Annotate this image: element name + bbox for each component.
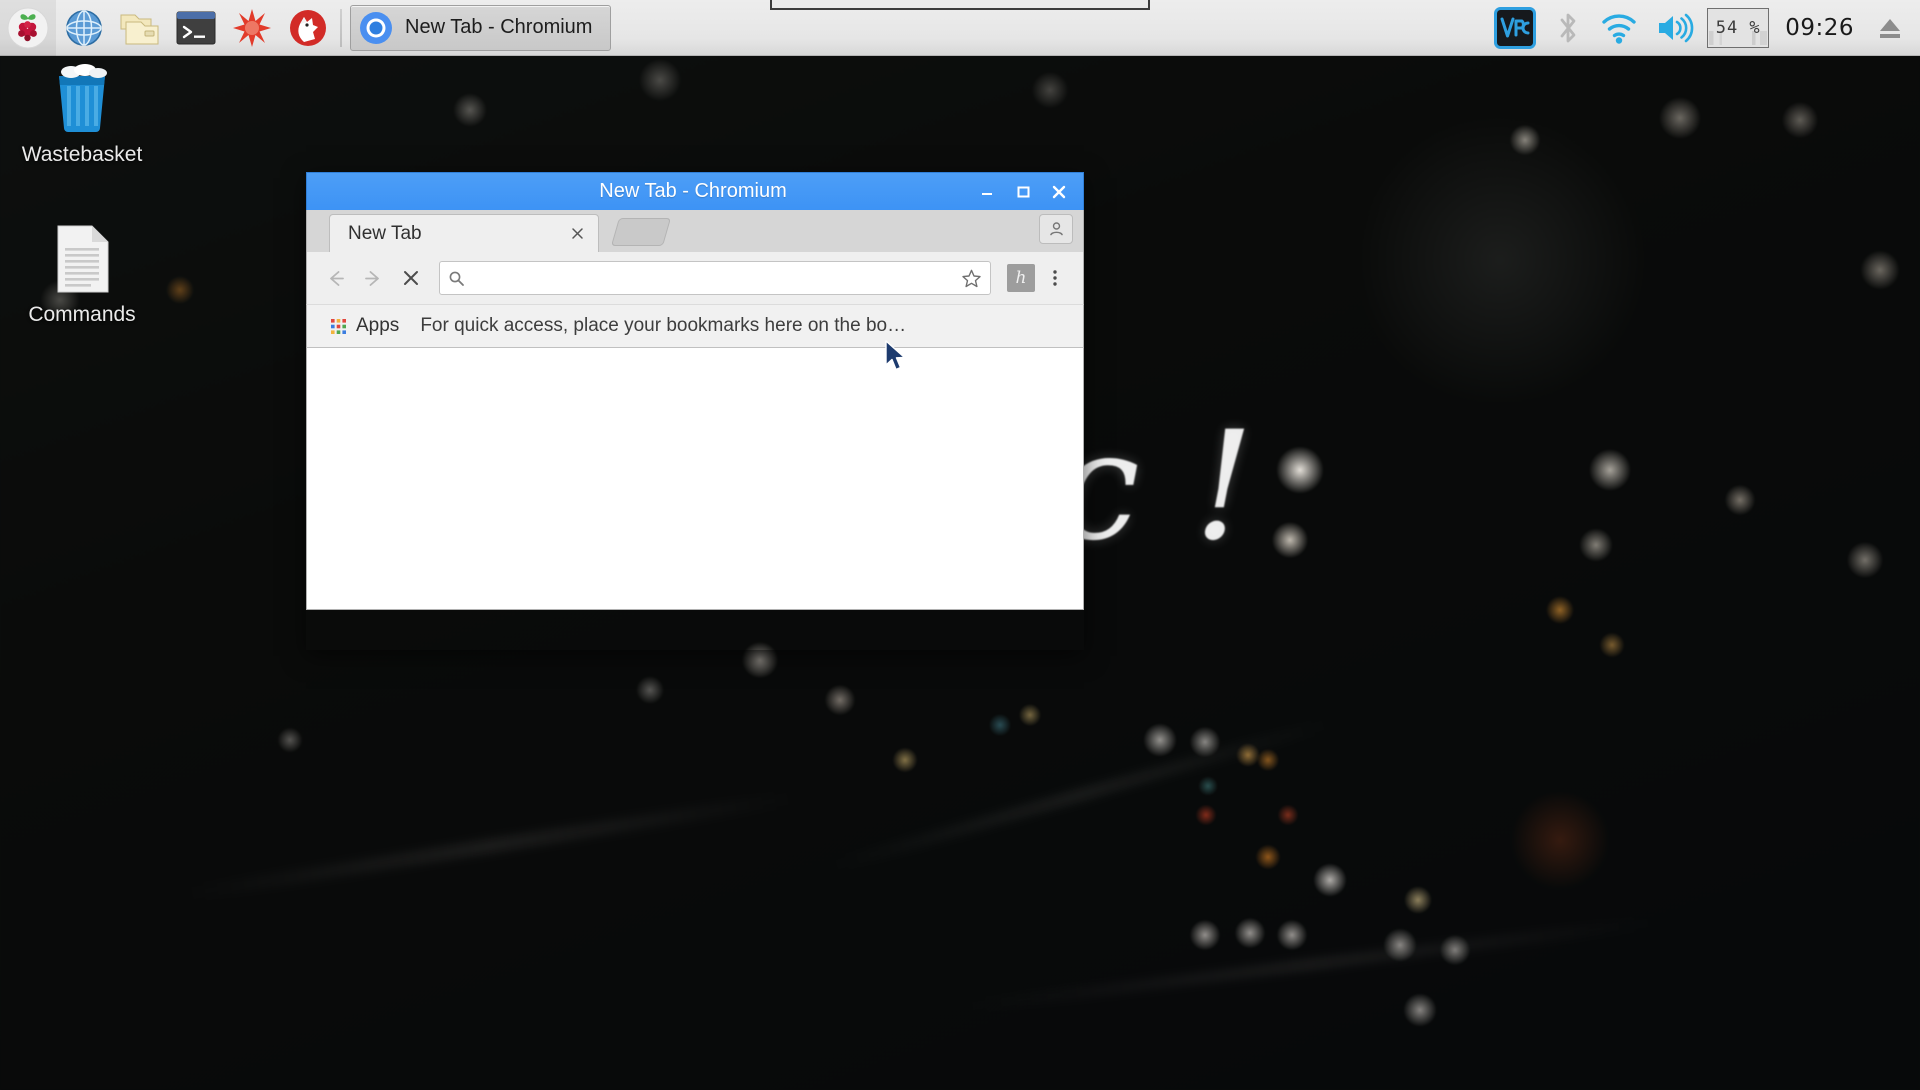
folder-icon (120, 14, 159, 44)
close-x-icon (404, 271, 418, 285)
window-minimize-button[interactable] (969, 173, 1005, 211)
browser-tab[interactable]: New Tab (329, 214, 599, 252)
wifi-icon (1602, 13, 1636, 44)
launcher-file-manager[interactable] (112, 0, 168, 56)
launcher-raspberry-menu[interactable] (0, 0, 56, 56)
trash-can-icon (49, 62, 115, 134)
tray-wifi-button[interactable] (1591, 0, 1647, 56)
desktop[interactable]: ic ! Wastebasket Commands New Tab - Chro… (0, 0, 1920, 1090)
desktop-icon-wastebasket[interactable]: Wastebasket (16, 62, 148, 167)
window-titlebar[interactable]: New Tab - Chromium (306, 172, 1084, 210)
terminal-icon (176, 11, 216, 44)
page-content[interactable] (306, 348, 1084, 610)
taskbar-clock[interactable]: 09:26 (1773, 15, 1866, 41)
tray-eject-button[interactable] (1866, 0, 1914, 56)
tab-close-icon[interactable] (566, 223, 588, 245)
profile-button[interactable] (1039, 214, 1073, 244)
new-tab-button[interactable] (610, 218, 672, 246)
launcher-wolfram[interactable] (280, 0, 336, 56)
apps-shortcut[interactable]: Apps (323, 311, 406, 341)
arrow-right-icon (364, 270, 379, 286)
apps-grid-icon (330, 318, 347, 335)
launcher-mathematica[interactable] (224, 0, 280, 56)
back-button[interactable] (317, 260, 353, 296)
taskbar-window-button[interactable]: New Tab - Chromium (350, 4, 612, 51)
wolfram-dog-icon (290, 9, 326, 46)
extension-label: h (1015, 268, 1027, 288)
desktop-icon-label: Wastebasket (21, 143, 143, 166)
tray-bluetooth-button[interactable] (1545, 0, 1591, 56)
globe-icon (66, 9, 102, 46)
browser-tab-label: New Tab (348, 222, 422, 244)
chromium-icon (359, 11, 393, 45)
bluetooth-icon (1560, 13, 1576, 42)
desktop-icon-label: Commands (28, 303, 136, 326)
bookmarks-hint-text: For quick access, place your bookmarks h… (420, 315, 907, 336)
three-dot-menu-icon (1053, 270, 1057, 286)
raspberry-pi-icon (7, 7, 49, 48)
taskbar-empty-slot[interactable] (770, 0, 1150, 10)
chrome-menu-button[interactable] (1037, 260, 1073, 296)
desktop-icon-commands[interactable]: Commands (16, 222, 148, 327)
system-tray[interactable]: 54 % 09:26 (1485, 0, 1920, 56)
vnc-icon (1494, 6, 1537, 49)
arrow-left-icon (329, 270, 344, 286)
mathematica-star-icon (233, 8, 271, 47)
cpu-usage-meter[interactable]: 54 % (1707, 7, 1770, 48)
stop-loading-button[interactable] (393, 260, 429, 296)
extension-button[interactable]: h (1007, 264, 1035, 292)
document-icon (54, 222, 110, 294)
panel-separator (340, 8, 342, 47)
browser-tabstrip[interactable]: New Tab (306, 210, 1084, 252)
speaker-icon (1659, 13, 1694, 42)
address-bar[interactable] (439, 261, 991, 295)
taskbar-window-label: New Tab - Chromium (405, 16, 593, 38)
apps-label: Apps (356, 315, 400, 336)
window-close-button[interactable] (1041, 173, 1077, 211)
tray-volume-button[interactable] (1647, 0, 1703, 56)
eject-icon (1880, 18, 1900, 38)
taskbar-panel[interactable]: New Tab - Chromium 54 % 09:26 (0, 0, 1920, 56)
window-title: New Tab - Chromium (599, 180, 787, 202)
tray-vnc-button[interactable] (1485, 0, 1545, 56)
chromium-window[interactable]: New Tab - Chromium New Tab h Apps For qu… (306, 172, 1084, 650)
person-icon (1049, 221, 1063, 235)
launcher-web-browser[interactable] (56, 0, 112, 56)
search-icon (449, 271, 464, 286)
cpu-usage-label: 54 % (1715, 17, 1761, 38)
window-maximize-button[interactable] (1005, 173, 1041, 211)
bookmark-star-icon[interactable] (961, 268, 982, 289)
bookmarks-bar[interactable]: Apps For quick access, place your bookma… (306, 304, 1084, 348)
browser-toolbar[interactable]: h (306, 252, 1084, 304)
forward-button[interactable] (355, 260, 391, 296)
launcher-terminal[interactable] (168, 0, 224, 56)
